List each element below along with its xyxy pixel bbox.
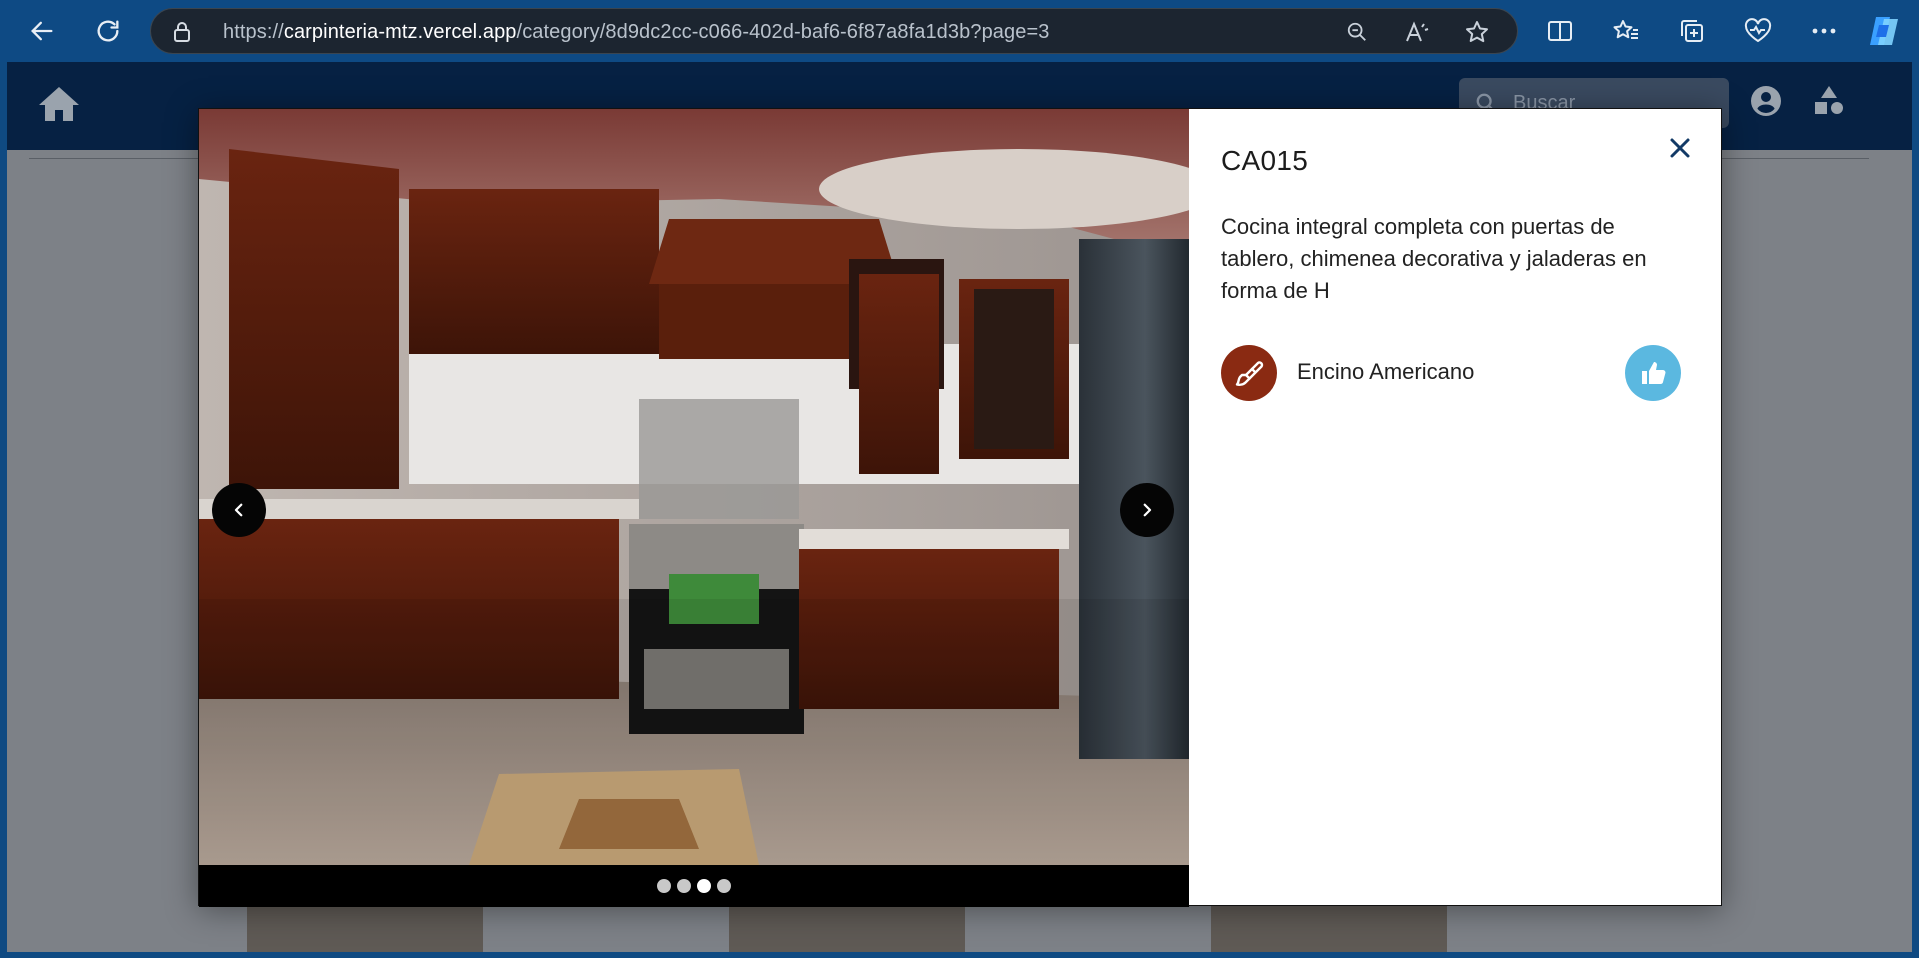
refresh-icon[interactable] (88, 11, 128, 51)
material-row: Encino Americano (1221, 345, 1681, 401)
favorite-star-icon[interactable] (1463, 18, 1491, 46)
read-aloud-icon[interactable] (1403, 18, 1431, 46)
gallery-dot-active[interactable] (697, 879, 711, 893)
next-image-button[interactable] (1120, 483, 1174, 537)
url-text[interactable]: https://carpinteria-mtz.vercel.app/categ… (223, 21, 1049, 44)
product-modal: CA015 Cocina integral completa con puert… (198, 108, 1722, 907)
gallery-dot[interactable] (657, 879, 671, 893)
gallery-pagination (199, 865, 1189, 907)
address-bar[interactable]: https://carpinteria-mtz.vercel.app/categ… (150, 8, 1518, 54)
split-screen-icon[interactable] (1542, 13, 1578, 49)
paint-brush-icon (1221, 345, 1277, 401)
image-gallery (199, 109, 1189, 907)
browser-essentials-icon[interactable] (1740, 13, 1776, 49)
gallery-dot[interactable] (677, 879, 691, 893)
zoom-icon[interactable] (1343, 18, 1371, 46)
product-description: Cocina integral completa con puertas de … (1221, 214, 1647, 303)
thumbs-up-icon[interactable] (1625, 345, 1681, 401)
copilot-icon[interactable] (1866, 13, 1902, 49)
lock-icon[interactable] (173, 21, 191, 48)
product-thumbnail[interactable] (247, 900, 483, 952)
product-thumbnail[interactable] (729, 900, 965, 952)
product-info-panel: CA015 Cocina integral completa con puert… (1189, 109, 1721, 905)
gallery-dot[interactable] (717, 879, 731, 893)
product-code: CA015 (1221, 145, 1309, 176)
material-name: Encino Americano (1297, 359, 1475, 384)
favorites-icon[interactable] (1608, 13, 1644, 49)
back-icon[interactable] (22, 11, 62, 51)
product-photo (199, 109, 1189, 865)
browser-toolbar: https://carpinteria-mtz.vercel.app/categ… (0, 0, 1919, 62)
home-icon[interactable] (37, 84, 85, 128)
product-thumbnail[interactable] (1211, 900, 1447, 952)
collections-icon[interactable] (1674, 13, 1710, 49)
account-icon[interactable] (1749, 84, 1789, 124)
previous-image-button[interactable] (212, 483, 266, 537)
close-icon[interactable] (1663, 131, 1697, 165)
categories-shapes-icon[interactable] (1813, 84, 1853, 124)
more-options-icon[interactable] (1806, 13, 1842, 49)
